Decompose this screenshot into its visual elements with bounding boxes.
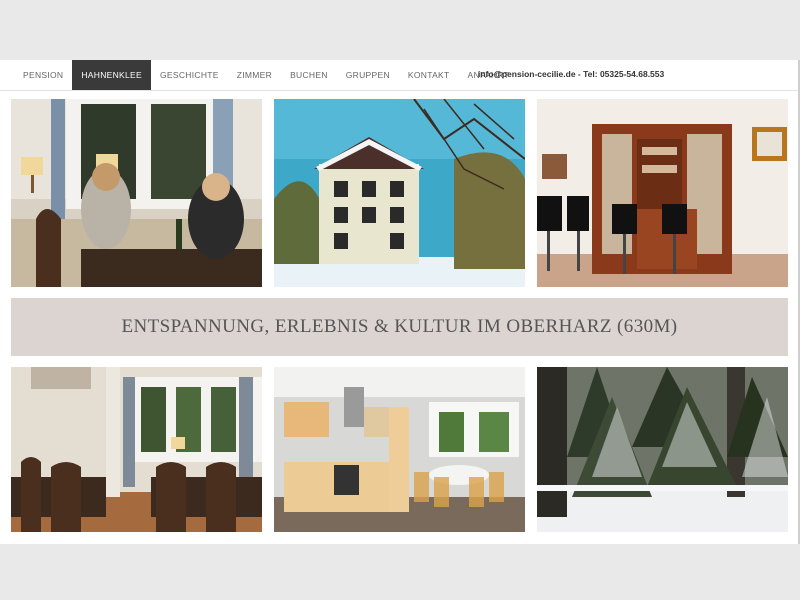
photo-dining-guests[interactable]: [11, 99, 262, 287]
photo-dining-room[interactable]: [11, 367, 262, 532]
nav-item-buchen[interactable]: BUCHEN: [281, 60, 337, 90]
nav-item-geschichte[interactable]: GESCHICHTE: [151, 60, 228, 90]
contact-info: info@pension-cecilie.de - Tel: 05325-54.…: [478, 69, 665, 79]
headline-banner: ENTSPANNUNG, ERLEBNIS & KULTUR IM OBERHA…: [11, 298, 788, 356]
nav-item-gruppen[interactable]: GRUPPEN: [337, 60, 399, 90]
nav-item-hahnenklee[interactable]: HAHNENKLEE: [72, 60, 151, 90]
photo-house-winter[interactable]: [274, 99, 525, 287]
top-navigation-bar: PENSION HAHNENKLEE GESCHICHTE ZIMMER BUC…: [0, 60, 798, 91]
photo-snowy-forest[interactable]: [537, 367, 788, 532]
page-content: PENSION HAHNENKLEE GESCHICHTE ZIMMER BUC…: [0, 60, 800, 544]
nav-item-pension[interactable]: PENSION: [14, 60, 72, 90]
main-nav: PENSION HAHNENKLEE GESCHICHTE ZIMMER BUC…: [14, 60, 518, 90]
photo-kitchen[interactable]: [274, 367, 525, 532]
nav-item-zimmer[interactable]: ZIMMER: [228, 60, 281, 90]
banner-headline: ENTSPANNUNG, ERLEBNIS & KULTUR IM OBERHA…: [121, 316, 678, 337]
nav-item-kontakt[interactable]: KONTAKT: [399, 60, 459, 90]
photo-bar-corner[interactable]: [537, 99, 788, 287]
